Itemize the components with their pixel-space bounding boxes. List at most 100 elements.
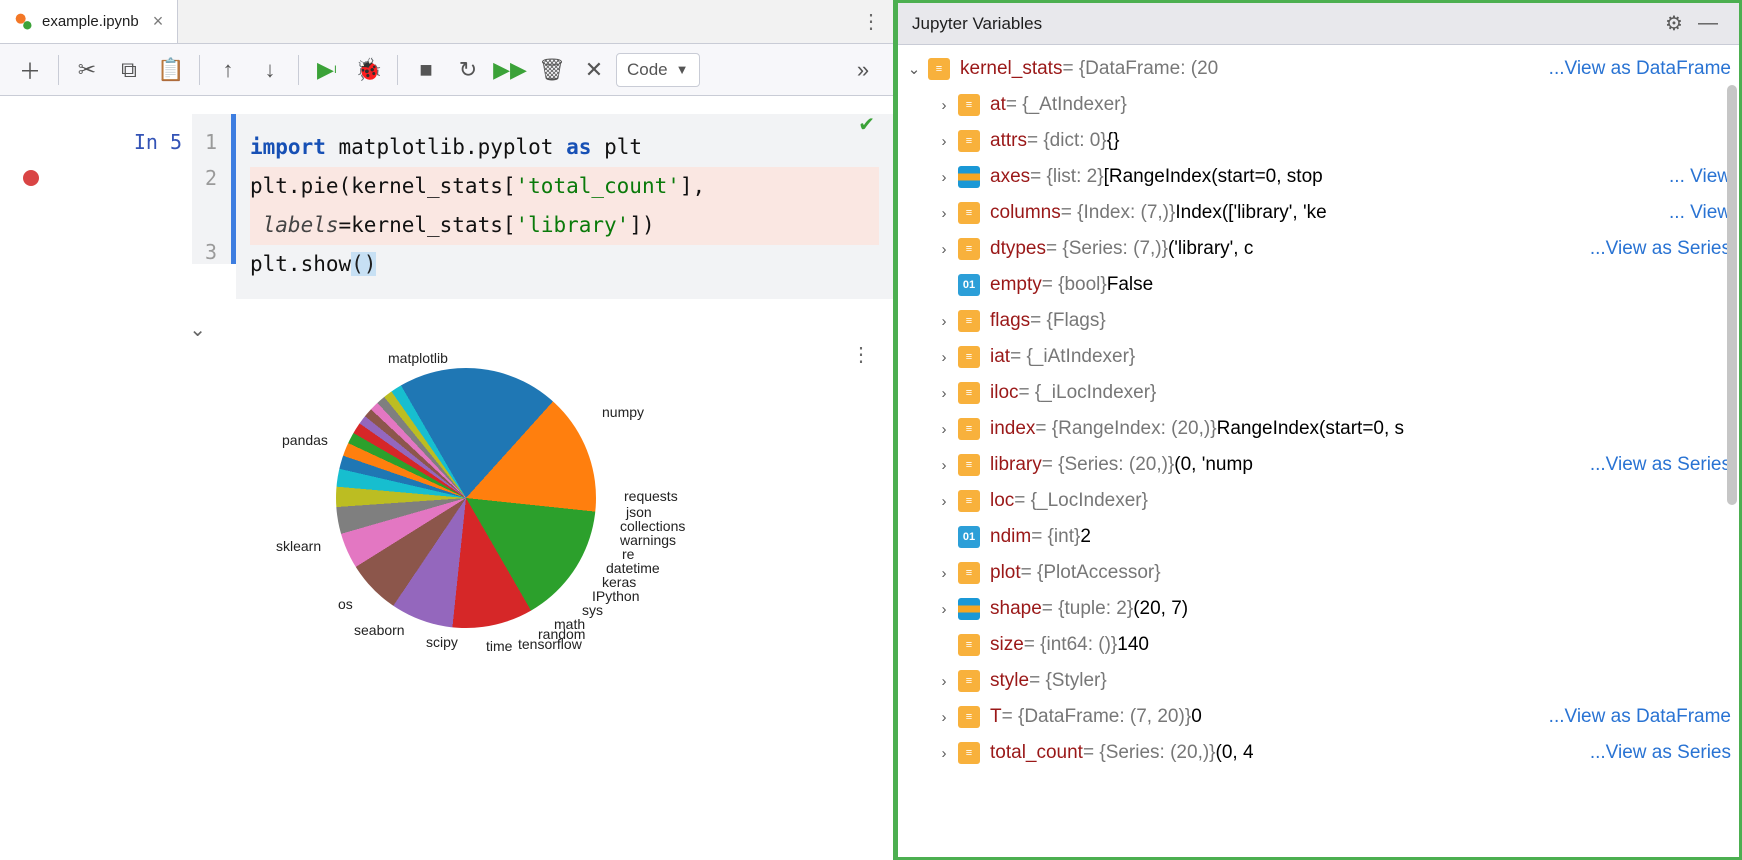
cut-button[interactable]: ✂ (67, 50, 107, 90)
var-empty[interactable]: 01empty = {bool} False (898, 267, 1739, 303)
type-icon: ≡ (958, 634, 980, 656)
delete-button[interactable]: 🗑 (532, 50, 572, 90)
var-columns[interactable]: ›≡columns = {Index: (7,)} Index(['librar… (898, 195, 1739, 231)
cell-type-select[interactable]: Code ▼ (616, 53, 700, 87)
pie-label-keras: keras (602, 574, 636, 590)
var-plot[interactable]: ›≡plot = {PlotAccessor} (898, 555, 1739, 591)
chevron-right-icon[interactable]: › (934, 241, 954, 258)
move-up-button[interactable]: ↑ (208, 50, 248, 90)
var-flags[interactable]: ›≡flags = {Flags} (898, 303, 1739, 339)
pie-label-seaborn: seaborn (354, 622, 405, 638)
scrollbar[interactable] (1727, 85, 1737, 505)
code-editor[interactable]: import matplotlib.pyplot as plt plt.pie(… (236, 114, 893, 299)
variables-tree[interactable]: ⌄ ≡ kernel_stats = {DataFrame: (20 ...Vi… (898, 45, 1739, 857)
restart-button[interactable]: ↻ (448, 50, 488, 90)
type-icon: ≡ (958, 562, 980, 584)
var-library[interactable]: ›≡library = {Series: (20,)} (0, 'nump...… (898, 447, 1739, 483)
var-loc[interactable]: ›≡loc = {_LocIndexer} (898, 483, 1739, 519)
pie-label-ipython: IPython (592, 588, 639, 604)
chevron-right-icon[interactable]: › (934, 133, 954, 150)
chevron-right-icon[interactable]: › (934, 385, 954, 402)
breakpoint-icon (23, 170, 39, 186)
gear-icon[interactable]: ⚙ (1657, 11, 1691, 36)
var-style[interactable]: ›≡style = {Styler} (898, 663, 1739, 699)
view-link[interactable]: ...View as Series (1580, 454, 1731, 476)
var-total_count[interactable]: ›≡total_count = {Series: (20,)} (0, 4...… (898, 735, 1739, 771)
view-link[interactable]: ... View (1659, 166, 1731, 188)
toolbar-overflow-button[interactable]: » (843, 50, 883, 90)
chevron-right-icon[interactable]: › (934, 673, 954, 690)
tab-bar: example.ipynb × ⋮ (0, 0, 893, 44)
tab-filename: example.ipynb (42, 13, 139, 30)
type-icon: ≡ (958, 706, 980, 728)
chevron-right-icon[interactable]: › (934, 349, 954, 366)
var-iat[interactable]: ›≡iat = {_iAtIndexer} (898, 339, 1739, 375)
pie-label-collections: collections (620, 518, 685, 534)
chevron-down-icon[interactable]: ⌄ (904, 60, 924, 78)
move-down-button[interactable]: ↓ (250, 50, 290, 90)
view-link[interactable]: ...View as DataFrame (1539, 706, 1731, 728)
checkmark-icon: ✔ (858, 112, 875, 137)
view-link[interactable]: ...View as Series (1580, 238, 1731, 260)
chevron-right-icon[interactable]: › (934, 745, 954, 762)
var-axes[interactable]: ›axes = {list: 2} [RangeIndex(start=0, s… (898, 159, 1739, 195)
collapse-output-icon[interactable]: ⌄ (189, 319, 206, 341)
chevron-right-icon[interactable]: › (934, 457, 954, 474)
cell-prompt: In 5 (62, 114, 192, 154)
pie-label-datetime: datetime (606, 560, 660, 576)
var-index[interactable]: ›≡index = {RangeIndex: (20,)} RangeIndex… (898, 411, 1739, 447)
chevron-right-icon[interactable]: › (934, 421, 954, 438)
variables-panel-title: Jupyter Variables (912, 14, 1042, 34)
chevron-right-icon[interactable]: › (934, 169, 954, 186)
chevron-right-icon[interactable]: › (934, 565, 954, 582)
pie-label-sys: sys (582, 602, 603, 618)
var-T[interactable]: ›≡T = {DataFrame: (7, 20)} 0...View as D… (898, 699, 1739, 735)
chevron-right-icon[interactable]: › (934, 97, 954, 114)
type-icon: ≡ (958, 490, 980, 512)
pie-label-scipy: scipy (426, 634, 458, 650)
chevron-right-icon[interactable]: › (934, 313, 954, 330)
breakpoint-gutter[interactable] (0, 114, 62, 186)
tab-overflow-icon[interactable]: ⋮ (861, 9, 879, 34)
output-more-icon[interactable]: ⋮ (851, 344, 869, 366)
view-link[interactable]: ... View (1659, 202, 1731, 224)
tab-example-ipynb[interactable]: example.ipynb × (0, 0, 178, 43)
chevron-right-icon[interactable]: › (934, 205, 954, 222)
var-ndim[interactable]: 01ndim = {int} 2 (898, 519, 1739, 555)
view-as-dataframe-link[interactable]: ...View as DataFrame (1539, 58, 1731, 80)
paste-button[interactable]: 📋 (151, 50, 191, 90)
close-tab-icon[interactable]: × (153, 11, 164, 32)
debug-cell-button[interactable]: 🐞 (349, 50, 389, 90)
run-all-button[interactable]: ▶▶ (490, 50, 530, 90)
copy-button[interactable]: ⧉ (109, 50, 149, 90)
minimize-icon[interactable]: — (1691, 12, 1725, 35)
var-attrs[interactable]: ›≡attrs = {dict: 0} {} (898, 123, 1739, 159)
var-shape[interactable]: ›shape = {tuple: 2} (20, 7) (898, 591, 1739, 627)
type-icon: ≡ (958, 418, 980, 440)
var-at[interactable]: ›≡at = {_AtIndexer} (898, 87, 1739, 123)
code-cell[interactable]: ✔ In 5 123 import matplotlib.pyplot as p… (0, 114, 893, 299)
var-size[interactable]: ≡size = {int64: ()} 140 (898, 627, 1739, 663)
pie-label-math: math (554, 616, 585, 632)
view-link[interactable]: ...View as Series (1580, 742, 1731, 764)
pie-label-warnings: warnings (620, 532, 676, 548)
pie-label-json: json (626, 504, 652, 520)
type-icon: ≡ (958, 454, 980, 476)
pie-chart-body (288, 321, 643, 676)
cell-type-label: Code (627, 60, 668, 80)
var-dtypes[interactable]: ›≡dtypes = {Series: (7,)} ('library', c.… (898, 231, 1739, 267)
chevron-right-icon[interactable]: › (934, 493, 954, 510)
var-kernel-stats[interactable]: ⌄ ≡ kernel_stats = {DataFrame: (20 ...Vi… (898, 51, 1739, 87)
chevron-right-icon[interactable]: › (934, 709, 954, 726)
stop-button[interactable]: ■ (406, 50, 446, 90)
pie-label-time: time (486, 638, 512, 654)
clear-button[interactable]: ✕ (574, 50, 614, 90)
pie-label-numpy: numpy (602, 404, 644, 420)
run-cell-button[interactable]: ▶I (307, 50, 347, 90)
chevron-right-icon[interactable]: › (934, 601, 954, 618)
var-iloc[interactable]: ›≡iloc = {_iLocIndexer} (898, 375, 1739, 411)
pie-label-sklearn: sklearn (276, 538, 321, 554)
add-cell-button[interactable]: ＋ (10, 50, 50, 90)
type-icon: ≡ (958, 130, 980, 152)
cell-output: ⋮ numpy matplotlib pandas sklearn os sea… (236, 342, 893, 676)
